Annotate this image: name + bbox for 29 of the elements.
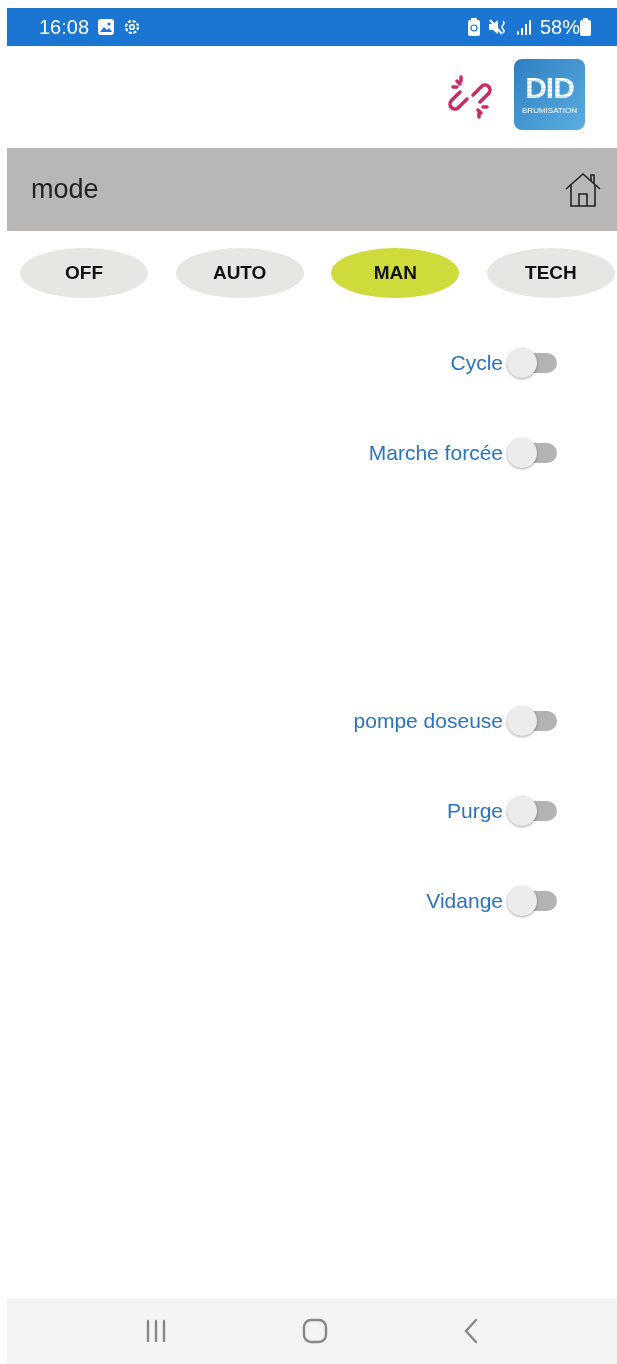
logo: DID BRUMISATION bbox=[514, 58, 585, 130]
settings-icon bbox=[123, 18, 142, 36]
clock: 16:08 bbox=[39, 15, 90, 39]
switch-label: Vidange bbox=[426, 889, 503, 913]
toggle-switch[interactable] bbox=[507, 706, 557, 736]
battery-saver-icon bbox=[467, 18, 480, 36]
battery-icon bbox=[580, 18, 591, 36]
mode-tab[interactable]: MAN bbox=[331, 248, 460, 298]
home-button-icon[interactable] bbox=[302, 1318, 328, 1344]
toggle-switch[interactable] bbox=[507, 348, 557, 378]
switch-label: Cycle bbox=[450, 351, 503, 375]
toggle-switch[interactable] bbox=[507, 438, 557, 468]
mute-icon bbox=[487, 18, 508, 36]
broken-link-icon[interactable] bbox=[448, 75, 492, 119]
page-title: mode bbox=[31, 174, 100, 205]
mode-tab[interactable]: AUTO bbox=[175, 248, 304, 298]
back-icon[interactable] bbox=[463, 1318, 480, 1344]
toggle-switch[interactable] bbox=[507, 886, 557, 916]
mode-tab[interactable]: OFF bbox=[20, 248, 148, 298]
switch-label: Purge bbox=[446, 799, 503, 823]
battery-percentage: 58% bbox=[539, 15, 580, 39]
switch-label: pompe doseuse bbox=[353, 709, 503, 733]
mode-tab[interactable]: TECH bbox=[486, 248, 615, 298]
image-icon bbox=[97, 18, 116, 36]
home-icon[interactable] bbox=[565, 171, 601, 208]
recent-apps-icon[interactable] bbox=[144, 1319, 167, 1343]
switch-label: Marche forcée bbox=[368, 441, 503, 465]
toggle-switch[interactable] bbox=[507, 796, 557, 826]
signal-icon bbox=[515, 19, 532, 35]
